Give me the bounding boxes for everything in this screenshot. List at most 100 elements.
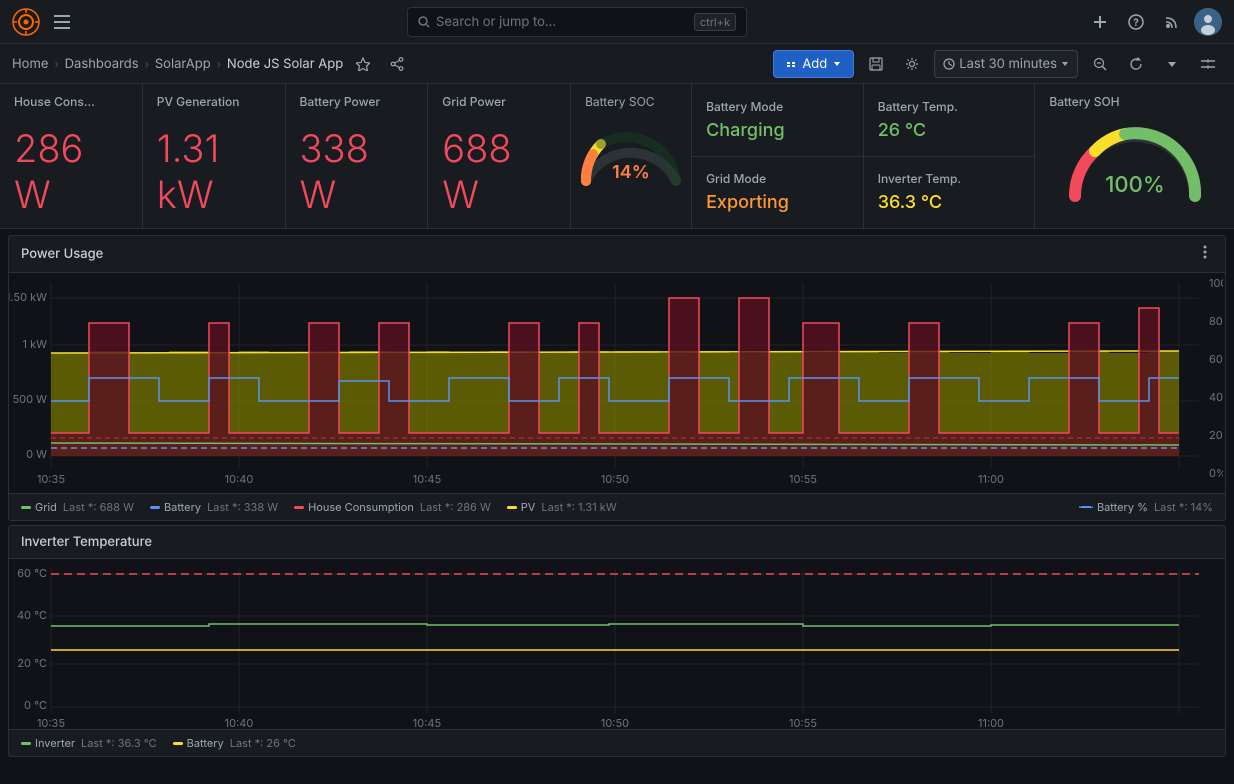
svg-text:10:35: 10:35 xyxy=(37,716,65,729)
power-usage-title: Power Usage xyxy=(21,246,103,262)
stat-card-grid-power: Grid Power 688 W xyxy=(428,84,571,228)
svg-text:1 kW: 1 kW xyxy=(23,337,48,351)
battery-temp-label: Battery Temp. xyxy=(878,99,1021,114)
battery-soc-card: Battery SOC 14% xyxy=(571,84,692,228)
svg-text:100%: 100% xyxy=(1105,172,1164,198)
svg-text:10:40: 10:40 xyxy=(225,472,254,486)
inverter-temp-stat-value: 36.3 °C xyxy=(878,192,1021,213)
grid-mode-card: Grid Mode Exporting xyxy=(692,157,863,229)
inverter-temp-chart: 60 °C 40 °C 20 °C 0 °C 10:35 10:40 10:45… xyxy=(9,559,1225,729)
battery-soc-gauge: 14% xyxy=(571,106,691,206)
svg-text:10:50: 10:50 xyxy=(601,716,629,729)
inverter-temp-legend: Inverter Last *: 36.3 °C Battery Last *:… xyxy=(9,729,1225,756)
top-nav: Search or jump to... ctrl+k ? xyxy=(0,0,1234,44)
refresh-button[interactable] xyxy=(1122,50,1150,78)
power-usage-panel: Power Usage 1.50 kW 1 kW 500 W 0 W 100% … xyxy=(8,235,1226,521)
legend-house: House Consumption Last *: 286 W xyxy=(294,500,491,514)
svg-text:?: ? xyxy=(1133,17,1139,29)
power-usage-header: Power Usage xyxy=(9,236,1225,273)
battery-temp-card: Battery Temp. 26 °C xyxy=(864,84,1035,157)
search-shortcut: ctrl+k xyxy=(694,13,736,31)
power-usage-chart: 1.50 kW 1 kW 500 W 0 W 100% 80% 60% 40% … xyxy=(9,273,1225,493)
battery-mode-value: Charging xyxy=(706,120,849,141)
inverter-temp-svg: 60 °C 40 °C 20 °C 0 °C 10:35 10:40 10:45… xyxy=(9,559,1223,729)
svg-text:0 °C: 0 °C xyxy=(24,698,47,712)
grid-power-label: Grid Power xyxy=(442,94,556,109)
svg-text:14%: 14% xyxy=(612,162,650,183)
breadcrumb-bar: Home › Dashboards › SolarApp › Node JS S… xyxy=(0,44,1234,84)
inverter-temp-header: Inverter Temperature xyxy=(9,526,1225,559)
inverter-legend-color xyxy=(21,742,31,745)
house-legend-color xyxy=(294,506,304,509)
stat-cards-row: House Cons... 286 W PV Generation 1.31 k… xyxy=(0,84,1234,229)
star-button[interactable] xyxy=(349,50,377,78)
battery-power-value: 338 W xyxy=(300,126,414,218)
breadcrumb-solarapp[interactable]: SolarApp xyxy=(155,56,211,72)
search-placeholder: Search or jump to... xyxy=(436,14,556,30)
svg-text:10:55: 10:55 xyxy=(789,472,817,486)
temp-cards: Battery Temp. 26 °C Inverter Temp. 36.3 … xyxy=(864,84,1036,228)
svg-text:500 W: 500 W xyxy=(13,392,48,406)
nav-actions: ? xyxy=(1086,8,1222,36)
breadcrumb-home[interactable]: Home xyxy=(12,56,48,72)
settings-button[interactable] xyxy=(898,50,926,78)
soh-gauge-svg: 100% xyxy=(1060,116,1210,216)
battery-soh-label: Battery SOH xyxy=(1049,94,1119,109)
legend-battery-pct: Battery % Last *: 14% xyxy=(1079,500,1213,514)
inverter-temp-panel: Inverter Temperature 60 °C 40 °C 20 °C 0… xyxy=(8,525,1226,757)
grid-power-value: 688 W xyxy=(442,126,556,218)
help-icon[interactable]: ? xyxy=(1122,8,1150,36)
legend-battery-temp: Battery Last *: 26 °C xyxy=(173,736,296,750)
svg-text:1.50 kW: 1.50 kW xyxy=(9,290,47,304)
legend-battery: Battery Last *: 338 W xyxy=(150,500,278,514)
grid-mode-label: Grid Mode xyxy=(706,171,849,186)
battery-soh-gauge: 100% xyxy=(1049,113,1220,218)
svg-text:11:00: 11:00 xyxy=(978,716,1004,729)
svg-text:20%: 20% xyxy=(1209,428,1223,442)
share-button[interactable] xyxy=(383,50,411,78)
plus-menu[interactable] xyxy=(1086,8,1114,36)
rss-icon[interactable] xyxy=(1158,8,1186,36)
battery-power-label: Battery Power xyxy=(300,94,414,109)
svg-text:10:35: 10:35 xyxy=(37,472,65,486)
add-button[interactable]: Add xyxy=(773,50,854,78)
stat-card-battery-power: Battery Power 338 W xyxy=(286,84,429,228)
battery-temp-legend-color xyxy=(173,742,183,745)
pv-generation-label: PV Generation xyxy=(157,94,271,109)
breadcrumb-current: Node JS Solar App xyxy=(227,56,343,72)
svg-text:10:45: 10:45 xyxy=(413,472,442,486)
pv-legend-color xyxy=(507,506,517,509)
search-bar[interactable]: Search or jump to... ctrl+k xyxy=(407,7,747,37)
svg-text:10:55: 10:55 xyxy=(789,716,817,729)
svg-text:0 W: 0 W xyxy=(26,447,47,461)
svg-text:10:45: 10:45 xyxy=(413,716,442,729)
breadcrumb-dashboards[interactable]: Dashboards xyxy=(65,56,139,72)
legend-pv: PV Last *: 1.31 kW xyxy=(507,500,617,514)
battery-mode-label: Battery Mode xyxy=(706,99,849,114)
app-logo[interactable] xyxy=(12,8,40,36)
more-options-button[interactable] xyxy=(1158,50,1186,78)
zoom-out-button[interactable] xyxy=(1086,50,1114,78)
battery-pct-legend-color xyxy=(1079,506,1093,508)
time-range-picker[interactable]: Last 30 minutes xyxy=(934,50,1078,78)
mode-cards: Battery Mode Charging Grid Mode Exportin… xyxy=(692,84,864,228)
power-usage-menu[interactable] xyxy=(1197,244,1213,264)
svg-text:0%: 0% xyxy=(1209,466,1223,480)
inverter-temp-stat-card: Inverter Temp. 36.3 °C xyxy=(864,157,1035,229)
inverter-temp-stat-label: Inverter Temp. xyxy=(878,171,1021,186)
soc-gauge-svg: 14% xyxy=(571,106,691,196)
stat-card-house-consumption: House Cons... 286 W xyxy=(0,84,143,228)
battery-temp-value: 26 °C xyxy=(878,120,1021,141)
svg-text:60%: 60% xyxy=(1209,352,1223,366)
stat-card-pv-generation: PV Generation 1.31 kW xyxy=(143,84,286,228)
sidebar-toggle[interactable] xyxy=(48,8,76,36)
pv-generation-value: 1.31 kW xyxy=(157,126,271,218)
collapse-button[interactable] xyxy=(1194,50,1222,78)
battery-mode-card: Battery Mode Charging xyxy=(692,84,863,157)
house-consumption-value: 286 W xyxy=(14,126,128,218)
save-dashboard-button[interactable] xyxy=(862,50,890,78)
user-avatar[interactable] xyxy=(1194,8,1222,36)
svg-text:40%: 40% xyxy=(1209,390,1223,404)
svg-text:20 °C: 20 °C xyxy=(17,656,47,670)
svg-text:80%: 80% xyxy=(1209,314,1223,328)
